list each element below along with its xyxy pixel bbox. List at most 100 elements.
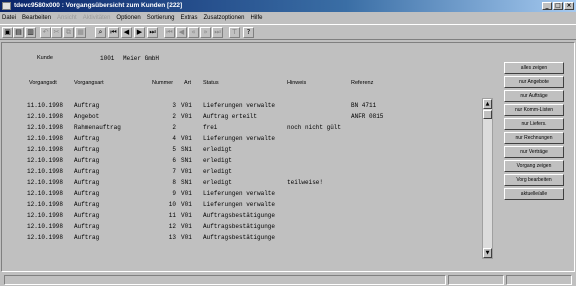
minimize-button[interactable]: _ [542, 2, 552, 10]
cell-type: Angebot [74, 113, 100, 120]
cell-type: Auftrag [74, 223, 100, 230]
table-row[interactable]: 12.10.1998 Auftrag 8 SN1 erledigt teilweise! [0, 177, 480, 188]
next-record-icon[interactable]: ▶ [134, 27, 145, 38]
cell-type: Auftrag [74, 201, 100, 208]
menu-item-extras[interactable]: Extras [180, 13, 197, 23]
table-row[interactable]: 11.10.1998 Auftrag 3 V01 Lieferungen verwalt… [0, 100, 480, 111]
filter-button-nur-liefers[interactable]: nur Liefers. [504, 118, 564, 130]
previous-page-icon: ◀ [176, 27, 187, 38]
cell-date: 12.10.1998 [27, 124, 64, 131]
filter-button-nur-angebote[interactable]: nur Angebote [504, 76, 564, 88]
cell-type: Auftrag [74, 135, 100, 142]
cell-date: 12.10.1998 [27, 190, 64, 197]
last-record-icon[interactable]: ⏭ [147, 27, 158, 38]
column-header-art: Art [184, 80, 192, 86]
table-row[interactable]: 12.10.1998 Auftrag 7 V01 erledigt [0, 166, 480, 177]
cell-type: Auftrag [74, 179, 100, 186]
last-page-icon: ⏭ [212, 27, 223, 38]
cell-status: Lieferungen verwalte [203, 190, 276, 197]
customer-number: 1001 [100, 55, 115, 62]
cell-art: SN1 [181, 157, 192, 164]
cell-date: 12.10.1998 [27, 157, 64, 164]
table-row[interactable]: 12.10.1998 Auftrag 13 V01 Auftragsbestätigun… [0, 232, 480, 243]
column-header-number: Nummer [152, 80, 174, 86]
cell-status: erledigt [203, 168, 232, 175]
column-header-reference: Referenz [351, 80, 374, 86]
rewind-icon: « [188, 27, 199, 38]
menu-item-optionen[interactable]: Optionen [116, 13, 140, 23]
table-row[interactable]: 12.10.1998 Rahmenauftrag 2 frei noch nicht g… [0, 122, 480, 133]
filter-button-nur-aufträge[interactable]: nur Aufträge [504, 90, 564, 102]
scroll-down-icon[interactable]: ▼ [483, 248, 492, 258]
help-pointer-icon[interactable]: ? [243, 27, 254, 38]
scroll-thumb[interactable] [483, 110, 492, 119]
cell-number: 5 [172, 146, 176, 153]
paste-icon: ▦ [75, 27, 86, 38]
vertical-scrollbar[interactable]: ▲ ▼ [482, 98, 493, 259]
filter-button-vorg-bearbeiten[interactable]: Vorg bearbeiten [504, 174, 564, 186]
menu-item-aktivitäten: Aktivitäten [82, 15, 111, 21]
filter-button-nur-rechnungen[interactable]: nur Rechnungen [504, 132, 564, 144]
menu-bar: Datei Bearbeiten Ansicht Aktivitäten Optione… [0, 13, 576, 23]
previous-record-icon[interactable]: ◀ [121, 27, 132, 38]
cell-art: V01 [181, 201, 192, 208]
cell-type: Auftrag [74, 102, 100, 109]
cut-icon: ✂ [51, 27, 62, 38]
cell-status: erledigt [203, 179, 232, 186]
menu-item-hilfe[interactable]: Hilfe [251, 13, 263, 23]
print-icon[interactable]: ▥ [25, 27, 36, 38]
customer-name: Meier GmbH [123, 55, 160, 62]
status-pane-3 [506, 275, 572, 285]
cell-date: 12.10.1998 [27, 146, 64, 153]
cell-art: V01 [181, 135, 192, 142]
table-row[interactable]: 12.10.1998 Auftrag 12 V01 Auftragsbestätigun… [0, 221, 480, 232]
table-row[interactable]: 12.10.1998 Angebot 2 V01 Auftrag erteilt ANFR… [0, 111, 480, 122]
find-icon[interactable]: ⌕ [95, 27, 106, 38]
table-row[interactable]: 12.10.1998 Auftrag 10 V01 Lieferungen verwal… [0, 199, 480, 210]
close-button[interactable]: × [564, 2, 574, 10]
scroll-up-icon[interactable]: ▲ [483, 99, 492, 109]
cell-date: 12.10.1998 [27, 223, 64, 230]
column-header-type: Vorgangsart [74, 80, 104, 86]
cell-art: V01 [181, 168, 192, 175]
table-row[interactable]: 12.10.1998 Auftrag 5 SN1 erledigt [0, 144, 480, 155]
maximize-button[interactable]: □ [553, 2, 563, 10]
cell-art: V01 [181, 234, 192, 241]
text-icon: T [229, 27, 240, 38]
save-icon[interactable]: ▤ [13, 27, 24, 38]
cell-number: 6 [172, 157, 176, 164]
menu-item-sortierung[interactable]: Sortierung [147, 13, 175, 23]
cell-type: Auftrag [74, 157, 100, 164]
menu-item-bearbeiten[interactable]: Bearbeiten [22, 13, 51, 23]
cell-status: Lieferungen verwalte [203, 135, 276, 142]
undo-icon: ↶ [40, 27, 51, 38]
filter-button-vorgang-zeigen[interactable]: Vorgang zeigen [504, 160, 564, 172]
cell-status: erledigt [203, 146, 232, 153]
filter-button-nur-komm-listen[interactable]: nur Komm-Listen [504, 104, 564, 116]
cell-status: Auftragsbestätigunge [203, 223, 276, 230]
cell-number: 11 [168, 212, 176, 219]
table-row[interactable]: 12.10.1998 Auftrag 9 V01 Lieferungen verwalt… [0, 188, 480, 199]
filter-button-aktuelle-alle[interactable]: aktuelle/alle [504, 188, 564, 200]
cell-status: Lieferungen verwalte [203, 102, 276, 109]
menu-item-datei[interactable]: Datei [2, 13, 16, 23]
menu-item-ansicht: Ansicht [57, 15, 77, 21]
cell-art: V01 [181, 212, 192, 219]
new-icon[interactable]: ▣ [2, 27, 13, 38]
cell-type: Auftrag [74, 168, 100, 175]
filter-button-alles-zeigen[interactable]: alles zeigen [504, 62, 564, 74]
filter-button-nur-verträge[interactable]: nur Verträge [504, 146, 564, 158]
cell-art: V01 [181, 190, 192, 197]
status-bar [0, 274, 576, 286]
cell-number: 8 [172, 179, 176, 186]
cell-status: Auftrag erteilt [203, 113, 258, 120]
cell-type: Auftrag [74, 234, 100, 241]
menu-item-zusatzoptionen[interactable]: Zusatzoptionen [203, 13, 244, 23]
cell-number: 12 [168, 223, 176, 230]
cell-number: 2 [172, 124, 176, 131]
first-record-icon[interactable]: ⏮ [108, 27, 119, 38]
table-row[interactable]: 12.10.1998 Auftrag 4 V01 Lieferungen verwalt… [0, 133, 480, 144]
table-row[interactable]: 12.10.1998 Auftrag 6 SN1 erledigt [0, 155, 480, 166]
table-row[interactable]: 12.10.1998 Auftrag 11 V01 Auftragsbestätigun… [0, 210, 480, 221]
cell-date: 12.10.1998 [27, 179, 64, 186]
